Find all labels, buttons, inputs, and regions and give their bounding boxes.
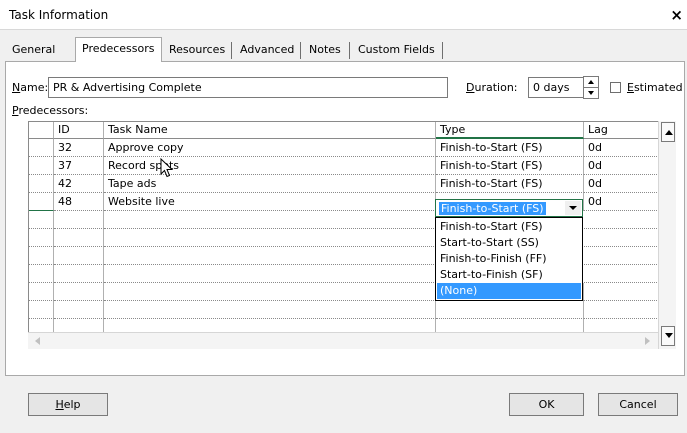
type-option-sf[interactable]: Start-to-Finish (SF)	[437, 267, 581, 283]
horizontal-scrollbar[interactable]	[28, 332, 658, 349]
cell-type[interactable]: Finish-to-Start (FS)	[436, 139, 584, 157]
cell-task-name[interactable]: Website live	[104, 193, 436, 211]
cell-type[interactable]: Finish-to-Start (FS)	[436, 175, 584, 193]
cell-lag[interactable]: 0d	[584, 175, 659, 193]
type-option-fs[interactable]: Finish-to-Start (FS)	[437, 219, 581, 235]
empty-cell[interactable]	[584, 265, 659, 283]
empty-cell[interactable]	[54, 247, 104, 265]
row-header[interactable]	[29, 175, 54, 193]
tab-separator	[442, 42, 443, 59]
cell-task-name[interactable]: Approve copy	[104, 139, 436, 157]
tab-general[interactable]: General	[6, 40, 61, 61]
type-combobox-value: Finish-to-Start (FS)	[439, 202, 546, 215]
tab-separator	[349, 42, 350, 59]
type-option-ff[interactable]: Finish-to-Finish (FF)	[437, 251, 581, 267]
cell-id[interactable]: 42	[54, 175, 104, 193]
name-label: Name:	[12, 81, 49, 94]
name-field[interactable]	[48, 77, 448, 98]
tab-advanced[interactable]: Advanced	[234, 40, 300, 61]
empty-cell[interactable]	[584, 283, 659, 301]
title-bar: Task Information ×	[0, 0, 687, 30]
empty-cell[interactable]	[54, 301, 104, 319]
mouse-cursor-icon	[160, 158, 174, 178]
row-header[interactable]	[29, 211, 54, 229]
cell-task-name[interactable]: Record spots	[104, 157, 436, 175]
cell-id[interactable]: 48	[54, 193, 104, 211]
empty-cell[interactable]	[436, 301, 584, 319]
cell-type[interactable]: Finish-to-Start (FS)	[436, 157, 584, 175]
duration-field[interactable]	[528, 77, 584, 98]
dialog-title: Task Information	[9, 8, 109, 22]
duration-spinner[interactable]	[583, 76, 599, 99]
cell-id[interactable]: 37	[54, 157, 104, 175]
tab-resources[interactable]: Resources	[163, 40, 231, 61]
spin-up-icon[interactable]	[584, 77, 598, 88]
scroll-right-icon[interactable]	[639, 334, 657, 349]
ok-button[interactable]: OK	[509, 393, 584, 416]
empty-cell[interactable]	[104, 247, 436, 265]
type-option-none[interactable]: (None)	[437, 283, 581, 299]
empty-cell[interactable]	[104, 211, 436, 229]
type-combobox[interactable]: Finish-to-Start (FS)	[435, 199, 583, 217]
empty-cell[interactable]	[104, 265, 436, 283]
estimated-checkbox[interactable]	[610, 82, 621, 93]
tab-separator	[300, 42, 301, 59]
tab-predecessors[interactable]: Predecessors	[75, 37, 162, 62]
empty-cell[interactable]	[54, 265, 104, 283]
empty-cell[interactable]	[54, 229, 104, 247]
tab-custom-fields[interactable]: Custom Fields	[352, 40, 441, 61]
column-header-id[interactable]: ID	[54, 122, 104, 139]
empty-cell[interactable]	[584, 247, 659, 265]
column-header-lag[interactable]: Lag	[584, 122, 659, 139]
estimated-label: Estimated	[627, 81, 683, 94]
help-button[interactable]: Help	[28, 393, 108, 416]
empty-cell[interactable]	[104, 229, 436, 247]
scroll-up-icon[interactable]	[661, 122, 675, 142]
row-header[interactable]	[29, 247, 54, 265]
task-information-dialog: Task Information × General Predecessors …	[0, 0, 687, 433]
row-header[interactable]	[29, 157, 54, 175]
row-header[interactable]	[29, 229, 54, 247]
empty-cell[interactable]	[104, 283, 436, 301]
cell-id[interactable]: 32	[54, 139, 104, 157]
tab-separator	[231, 42, 232, 59]
row-header-corner	[29, 122, 54, 139]
row-header[interactable]	[29, 193, 54, 211]
empty-cell[interactable]	[54, 211, 104, 229]
dropdown-arrow-icon[interactable]	[565, 201, 581, 215]
type-option-ss[interactable]: Start-to-Start (SS)	[437, 235, 581, 251]
duration-label: Duration:	[466, 81, 518, 94]
type-dropdown-list: Finish-to-Start (FS) Start-to-Start (SS)…	[435, 217, 583, 301]
cell-task-name[interactable]: Tape ads	[104, 175, 436, 193]
empty-cell[interactable]	[54, 283, 104, 301]
vertical-scrollbar[interactable]	[658, 121, 676, 349]
row-header[interactable]	[29, 301, 54, 319]
cell-lag[interactable]: 0d	[584, 193, 659, 211]
tab-notes[interactable]: Notes	[303, 40, 347, 61]
close-icon[interactable]: ×	[670, 6, 683, 24]
column-header-task-name[interactable]: Task Name	[104, 122, 436, 139]
empty-cell[interactable]	[584, 301, 659, 319]
scroll-left-icon[interactable]	[29, 334, 47, 349]
scroll-down-icon[interactable]	[661, 326, 675, 346]
column-header-type[interactable]: Type	[436, 122, 584, 139]
row-header[interactable]	[29, 139, 54, 157]
spin-down-icon[interactable]	[584, 88, 598, 99]
empty-cell[interactable]	[104, 301, 436, 319]
cancel-button[interactable]: Cancel	[598, 393, 678, 416]
empty-cell[interactable]	[584, 211, 659, 229]
empty-cell[interactable]	[584, 229, 659, 247]
row-header[interactable]	[29, 283, 54, 301]
predecessors-label: Predecessors:	[12, 104, 89, 117]
row-header[interactable]	[29, 265, 54, 283]
cell-lag[interactable]: 0d	[584, 139, 659, 157]
cell-lag[interactable]: 0d	[584, 157, 659, 175]
